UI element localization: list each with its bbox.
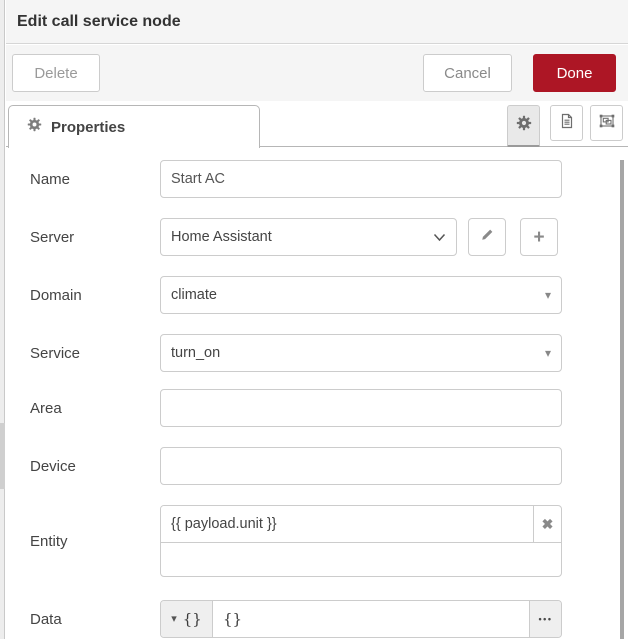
device-label: Device bbox=[30, 447, 152, 485]
domain-label: Domain bbox=[30, 276, 152, 314]
appearance-tab-toggle-button[interactable] bbox=[590, 105, 623, 141]
device-input[interactable] bbox=[160, 447, 562, 485]
ellipsis-icon: ••• bbox=[539, 614, 553, 624]
domain-input[interactable]: climate ▾ bbox=[160, 276, 562, 314]
form-scrollbar-thumb[interactable] bbox=[620, 160, 624, 639]
name-label: Name bbox=[30, 160, 152, 198]
dialog-toolbar: Delete Cancel Done bbox=[6, 45, 628, 101]
data-label: Data bbox=[30, 600, 152, 638]
add-server-button[interactable]: + bbox=[520, 218, 558, 256]
name-input[interactable] bbox=[160, 160, 562, 198]
expand-data-editor-button[interactable]: ••• bbox=[529, 601, 561, 637]
object-group-icon bbox=[599, 113, 615, 134]
data-typed-input: ▾ {} {} ••• bbox=[160, 600, 562, 638]
close-icon: ✖ bbox=[542, 516, 554, 533]
service-label: Service bbox=[30, 334, 152, 372]
done-button[interactable]: Done bbox=[533, 54, 616, 92]
caret-down-icon: ▾ bbox=[545, 347, 551, 359]
gear-icon bbox=[27, 117, 42, 137]
chevron-down-icon bbox=[433, 233, 446, 242]
area-label: Area bbox=[30, 389, 152, 427]
entity-input[interactable] bbox=[161, 506, 533, 542]
json-type-icon: {} bbox=[183, 610, 202, 628]
entity-list: ✖ bbox=[160, 505, 562, 577]
domain-value: climate bbox=[171, 287, 217, 303]
service-value: turn_on bbox=[171, 345, 220, 361]
caret-down-icon: ▾ bbox=[545, 289, 551, 301]
editor-left-edge bbox=[0, 0, 5, 639]
delete-button[interactable]: Delete bbox=[12, 54, 100, 92]
server-select[interactable]: Home Assistant bbox=[160, 218, 457, 256]
dialog-title: Edit call service node bbox=[17, 13, 181, 31]
tab-properties-label: Properties bbox=[51, 119, 125, 136]
gear-icon bbox=[516, 115, 532, 136]
properties-tab-toggle-button[interactable] bbox=[507, 105, 540, 147]
dialog-titlebar: Edit call service node bbox=[6, 0, 628, 44]
plus-icon: + bbox=[533, 228, 544, 247]
data-type-select-button[interactable]: ▾ {} bbox=[161, 601, 213, 637]
data-value-input[interactable]: {} bbox=[213, 601, 529, 637]
background-scrollbar-thumb[interactable] bbox=[0, 423, 5, 489]
entity-label: Entity bbox=[30, 505, 152, 577]
document-icon bbox=[559, 113, 575, 134]
service-input[interactable]: turn_on ▾ bbox=[160, 334, 562, 372]
cancel-button[interactable]: Cancel bbox=[423, 54, 512, 92]
caret-down-icon: ▾ bbox=[171, 614, 177, 625]
tab-properties[interactable]: Properties bbox=[8, 105, 260, 148]
server-select-value: Home Assistant bbox=[171, 229, 272, 245]
description-tab-toggle-button[interactable] bbox=[550, 105, 583, 141]
remove-entity-button[interactable]: ✖ bbox=[533, 506, 561, 542]
server-label: Server bbox=[30, 218, 152, 256]
pencil-icon bbox=[480, 228, 494, 247]
tab-bar: Properties bbox=[6, 101, 628, 147]
data-value: {} bbox=[223, 610, 242, 628]
entity-list-item: ✖ bbox=[161, 506, 561, 543]
edit-server-button[interactable] bbox=[468, 218, 506, 256]
edit-call-service-dialog: Edit call service node Delete Cancel Don… bbox=[0, 0, 628, 639]
area-input[interactable] bbox=[160, 389, 562, 427]
